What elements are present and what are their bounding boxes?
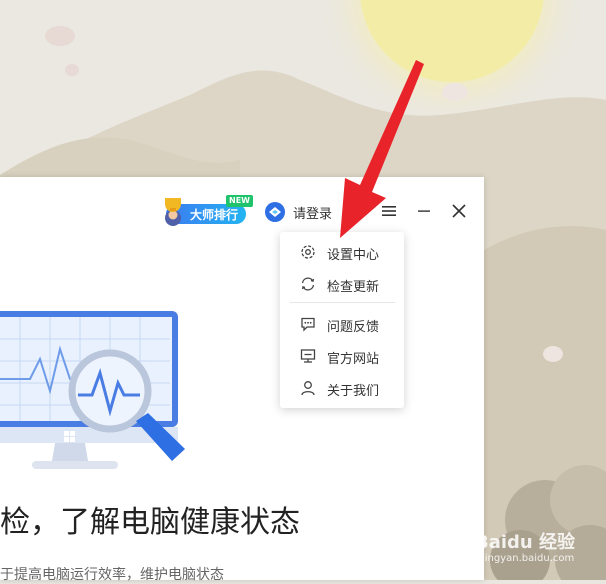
trophy-icon <box>165 198 181 226</box>
login-label: 请登录 <box>293 207 333 222</box>
menu-icon[interactable] <box>380 202 398 220</box>
menu-item-settings[interactable]: 设置中心 <box>280 238 404 266</box>
app-window: 大师排行 NEW 请登录 检，了解电脑健康状态 于提高电脑运行效率，维护电脑状态 <box>0 177 484 583</box>
page-headline: 检，了解电脑健康状态 <box>0 505 300 540</box>
menu-divider <box>290 302 395 303</box>
monitor-icon <box>300 349 316 363</box>
badge-label: 大师排行 <box>190 208 239 222</box>
pc-checkup-illustration <box>0 311 185 469</box>
user-icon <box>301 381 315 396</box>
menu-item-label: 关于我们 <box>327 384 380 399</box>
close-icon[interactable] <box>450 202 468 220</box>
watermark-logo: Baidu 经验 <box>475 532 576 553</box>
menu-item-official-site[interactable]: 官方网站 <box>280 342 404 370</box>
menu-item-about-us[interactable]: 关于我们 <box>280 374 404 402</box>
main-dropdown-menu: 设置中心 检查更新 问题反馈 官方网站 关于我们 <box>280 232 404 408</box>
refresh-icon <box>301 277 315 291</box>
menu-item-label: 问题反馈 <box>327 320 380 335</box>
minimize-icon[interactable] <box>415 202 433 220</box>
menu-item-label: 官方网站 <box>327 352 380 367</box>
master-ranking-badge[interactable]: 大师排行 NEW <box>158 194 253 226</box>
menu-item-label: 设置中心 <box>327 248 380 263</box>
watermark-url: jingyan.baidu.com <box>482 553 575 564</box>
new-tag: NEW <box>226 195 253 207</box>
login-button[interactable]: 请登录 <box>264 201 332 222</box>
feedback-icon <box>301 317 315 332</box>
menu-item-check-update[interactable]: 检查更新 <box>280 270 404 298</box>
account-avatar-icon <box>265 202 285 222</box>
page-subtitle: 于提高电脑运行效率，维护电脑状态 <box>0 567 224 583</box>
gear-icon <box>301 245 315 259</box>
menu-item-label: 检查更新 <box>327 280 380 295</box>
menu-item-feedback[interactable]: 问题反馈 <box>280 310 404 338</box>
